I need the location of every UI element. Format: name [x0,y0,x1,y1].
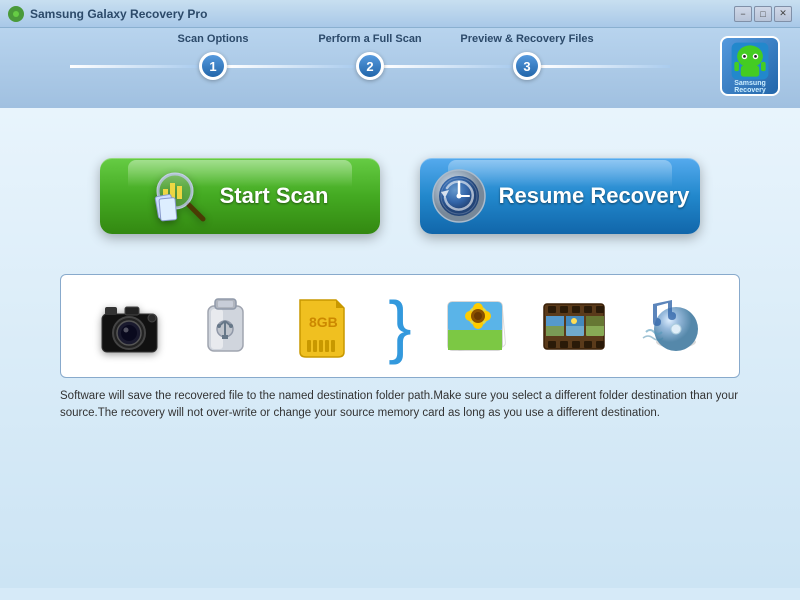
titlebar: Samsung Galaxy Recovery Pro − □ ✕ [0,0,800,28]
svg-text:8GB: 8GB [309,314,338,330]
resume-recovery-button[interactable]: Resume Recovery [420,158,700,234]
bracket-separator: } [388,291,411,361]
step-line-2 [384,65,513,68]
step-line-group: Scan Options 1 Perform a Full Scan 2 Pre… [70,52,670,80]
logo-label: Samsung Recovery [722,80,778,94]
file-types-box: 8GB } [60,274,740,378]
step-3: Preview & Recovery Files 3 [513,52,541,80]
info-text: Software will save the recovered file to… [60,388,740,423]
step-1: Scan Options 1 [199,52,227,80]
step-1-label: Scan Options [178,33,249,45]
step-progress-bar: Scan Options 1 Perform a Full Scan 2 Pre… [0,28,800,108]
film-strip-icon [539,291,609,361]
resume-recovery-label: Resume Recovery [499,183,690,209]
step-2-label: Perform a Full Scan [318,33,421,45]
usb-drive-icon [191,291,261,361]
app-icon [8,6,24,22]
camera-icon [94,291,164,361]
main-content: Start Scan [0,108,800,588]
audio-icon [636,291,706,361]
start-scan-label: Start Scan [220,183,329,209]
close-button[interactable]: ✕ [774,6,792,22]
step-line-0 [70,65,199,68]
steps-container: Scan Options 1 Perform a Full Scan 2 Pre… [20,52,720,80]
action-buttons: Start Scan [100,158,700,234]
maximize-button[interactable]: □ [754,6,772,22]
start-scan-button[interactable]: Start Scan [100,158,380,234]
scan-icon [152,168,208,224]
sd-card-icon: 8GB [287,291,357,361]
photo-icon [443,291,513,361]
minimize-button[interactable]: − [734,6,752,22]
step-2: Perform a Full Scan 2 [356,52,384,80]
step-3-label: Preview & Recovery Files [460,33,593,45]
window-controls: − □ ✕ [734,6,792,22]
samsung-logo: Samsung Recovery [720,36,780,96]
app-title: Samsung Galaxy Recovery Pro [30,7,734,21]
resume-icon [431,168,487,224]
step-line-3 [541,65,670,68]
step-line-1 [227,65,356,68]
